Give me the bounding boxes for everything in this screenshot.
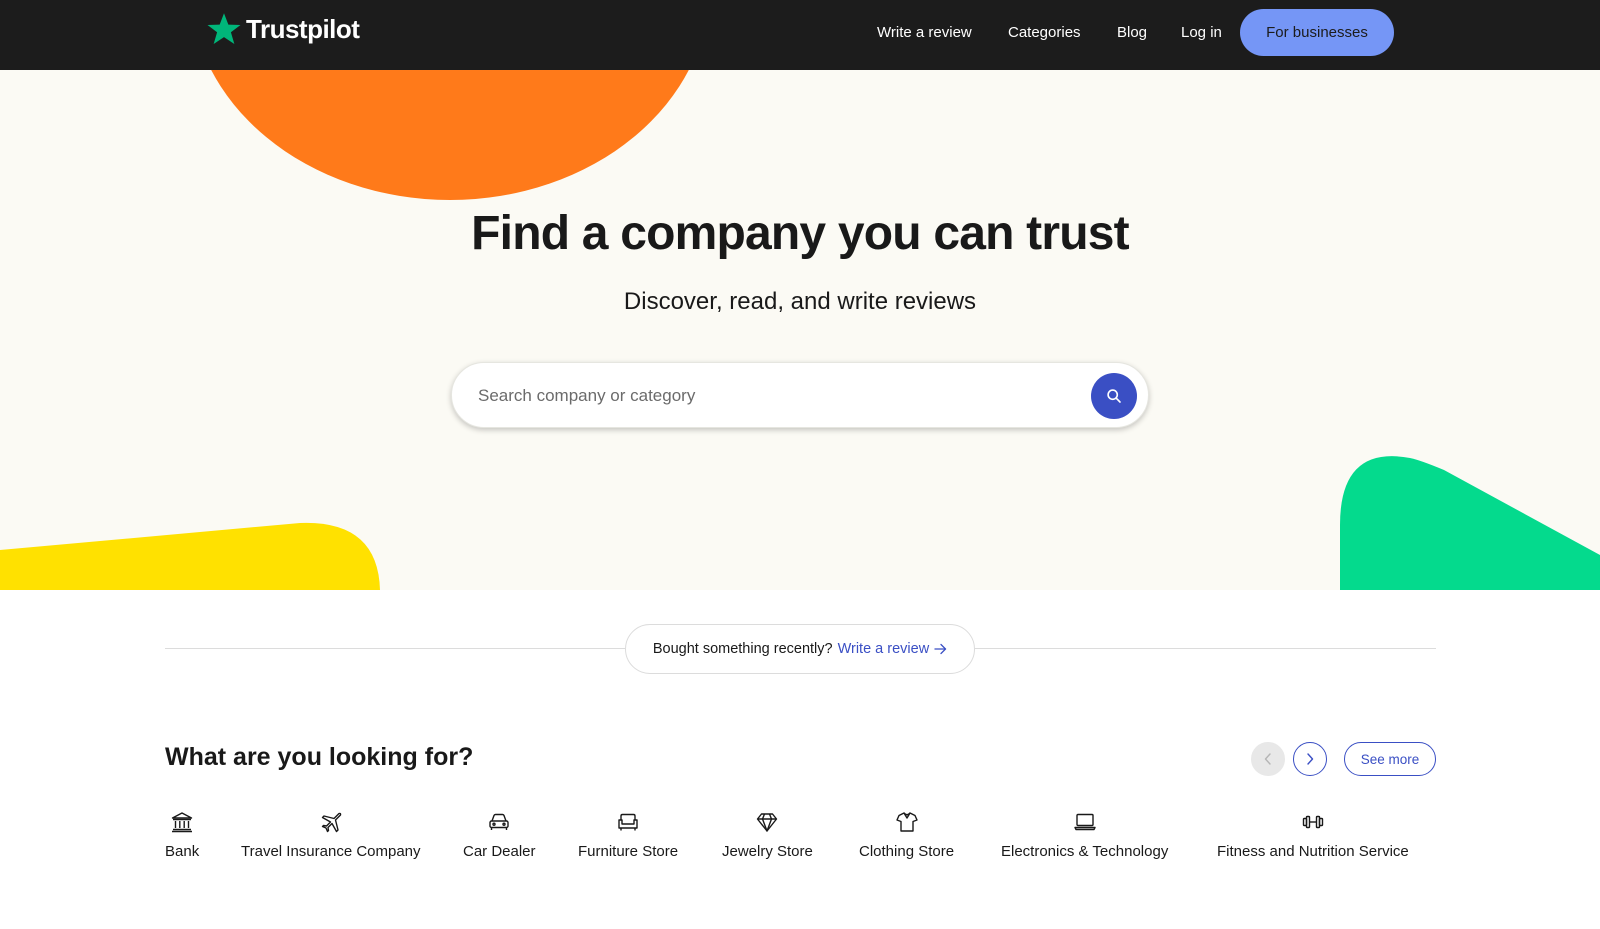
sofa-icon [618, 813, 638, 831]
decorative-green-shape [1340, 456, 1600, 590]
logo-wordmark: Trustpilot [246, 13, 360, 44]
laptop-icon [1073, 813, 1096, 831]
prompt-write-review-link[interactable]: Write a review [838, 641, 948, 657]
category-clothing-store[interactable]: Clothing Store [859, 810, 954, 860]
search-input[interactable] [478, 381, 1038, 411]
decorative-yellow-shape [0, 522, 380, 590]
category-travel-insurance[interactable]: Travel Insurance Company [241, 810, 421, 860]
category-label: Travel Insurance Company [241, 843, 421, 860]
hero-title: Find a company you can trust [471, 207, 1130, 260]
shirt-icon [895, 812, 918, 832]
category-label: Furniture Store [578, 843, 679, 860]
category-furniture-store[interactable]: Furniture Store [578, 810, 678, 860]
nav-write-review-link[interactable]: Write a review [877, 24, 972, 41]
category-label: Jewelry Store [722, 843, 813, 860]
car-icon [489, 813, 509, 830]
category-label: Fitness and Nutrition Service [1217, 843, 1409, 860]
diamond-icon [757, 813, 778, 832]
categories-heading: What are you looking for? [165, 743, 474, 771]
carousel-next-button[interactable] [1293, 742, 1327, 776]
prompt-link-label: Write a review [837, 641, 930, 657]
divider-left [165, 648, 625, 649]
category-car-dealer[interactable]: Car Dealer [463, 810, 536, 860]
category-fitness-nutrition[interactable]: Fitness and Nutrition Service [1217, 810, 1409, 860]
category-electronics-technology[interactable]: Electronics & Technology [1001, 810, 1168, 860]
divider-right [975, 648, 1436, 649]
carousel-prev-button[interactable] [1251, 742, 1285, 776]
prompt-text: Bought something recently? [652, 641, 833, 657]
for-businesses-button[interactable]: For businesses [1240, 9, 1394, 56]
arrow-right-icon [934, 643, 947, 655]
bank-icon [171, 812, 193, 833]
nav-categories-link[interactable]: Categories [1008, 24, 1081, 41]
search-button[interactable] [1091, 373, 1137, 419]
search-icon [1107, 389, 1121, 403]
category-label: Car Dealer [463, 843, 536, 860]
top-navbar: Trustpilot Write a review Categories Blo… [0, 0, 1600, 70]
dumbbell-icon [1302, 815, 1324, 829]
see-more-button[interactable]: See more [1344, 742, 1436, 776]
write-review-prompt: Bought something recently? Write a revie… [625, 624, 975, 674]
airplane-icon [321, 812, 342, 833]
trustpilot-logo[interactable]: Trustpilot [206, 11, 360, 47]
category-label: Clothing Store [859, 843, 955, 860]
category-label: Bank [165, 843, 200, 860]
chevron-left-icon [1264, 753, 1271, 765]
search-bar [451, 362, 1149, 428]
hero-subtitle: Discover, read, and write reviews [623, 288, 977, 315]
category-bank[interactable]: Bank [165, 810, 199, 860]
chevron-right-icon [1307, 753, 1314, 765]
nav-login-link[interactable]: Log in [1181, 24, 1222, 41]
category-jewelry-store[interactable]: Jewelry Store [722, 810, 813, 860]
star-logo-icon [207, 13, 241, 44]
nav-blog-link[interactable]: Blog [1117, 24, 1147, 41]
category-label: Electronics & Technology [1001, 843, 1169, 860]
hero-section: Find a company you can trust Discover, r… [0, 70, 1600, 590]
